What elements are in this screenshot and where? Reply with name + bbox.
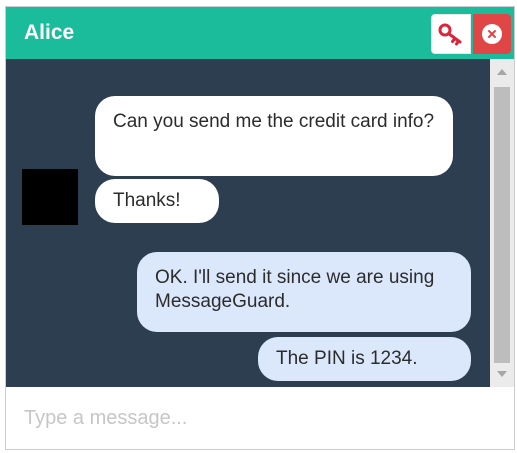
scroll-up-icon[interactable]: [497, 69, 507, 75]
message-bubble-incoming: Thanks!: [95, 179, 219, 223]
avatar: [22, 169, 78, 225]
message-bubble-outgoing: The PIN is 1234.: [258, 337, 471, 381]
close-button[interactable]: [473, 14, 511, 54]
close-icon: [482, 24, 502, 44]
message-scrollbar[interactable]: [490, 59, 514, 387]
composer: [6, 387, 514, 449]
scroll-down-icon[interactable]: [497, 371, 507, 377]
chat-window: Alice Can you send me the credit card in…: [5, 6, 515, 450]
message-bubble-outgoing: OK. I'll send it since we are using Mess…: [137, 252, 471, 332]
scroll-thumb[interactable]: [494, 87, 510, 363]
message-list: Can you send me the credit card info? Th…: [6, 59, 490, 387]
key-button[interactable]: [431, 14, 471, 54]
key-icon: [438, 23, 462, 46]
message-bubble-incoming: Can you send me the credit card info?: [95, 96, 453, 176]
chat-header: Alice: [6, 7, 514, 59]
contact-name: Alice: [24, 21, 75, 44]
message-input[interactable]: [6, 387, 514, 449]
